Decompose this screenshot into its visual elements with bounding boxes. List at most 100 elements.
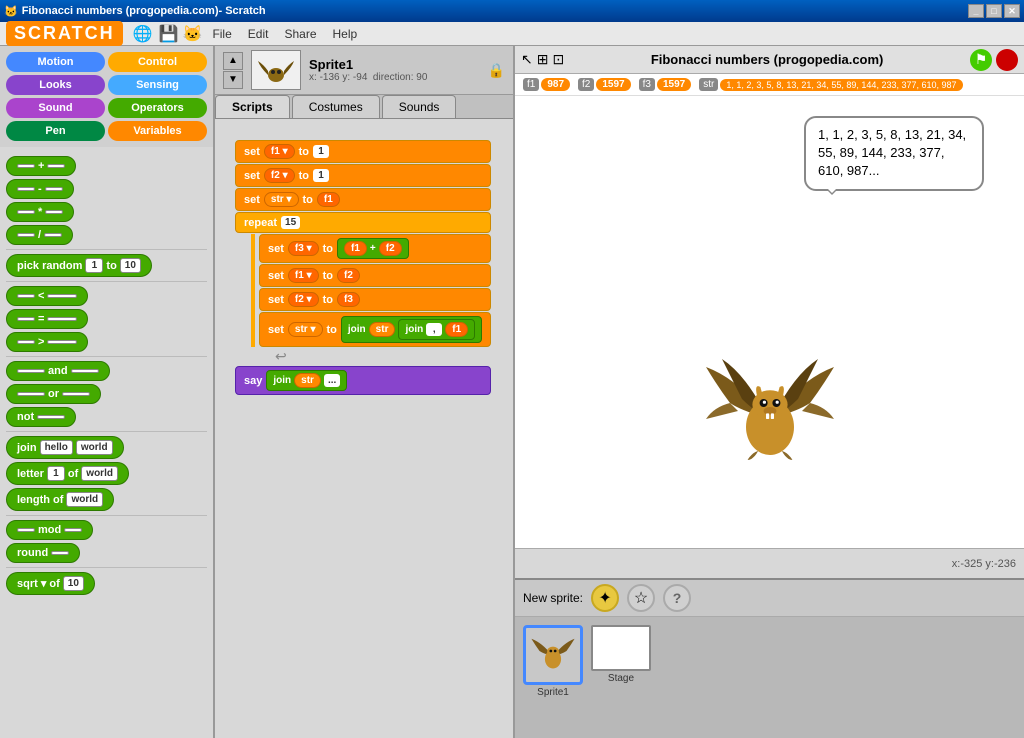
- join-right[interactable]: world: [76, 440, 113, 455]
- set-str-join-block[interactable]: set str ▾ to join str join , f1: [259, 312, 491, 347]
- multiply-block[interactable]: *: [6, 202, 74, 222]
- new-sprite-paint-btn[interactable]: ✦: [591, 584, 619, 612]
- length-block[interactable]: length of world: [6, 488, 114, 511]
- gt-left[interactable]: [17, 340, 35, 344]
- set-f1-f2-block[interactable]: set f1 ▾ to f2: [259, 264, 491, 287]
- share-icon[interactable]: 🐱: [183, 24, 203, 44]
- menu-file[interactable]: File: [204, 25, 239, 43]
- cat-sound[interactable]: Sound: [6, 98, 105, 118]
- and-left[interactable]: [17, 369, 45, 373]
- tab-costumes[interactable]: Costumes: [292, 95, 380, 118]
- less-than-block[interactable]: <: [6, 286, 88, 306]
- close-button[interactable]: ✕: [1004, 4, 1020, 18]
- repeat-block[interactable]: repeat 15: [235, 212, 491, 233]
- maximize-button[interactable]: □: [986, 4, 1002, 18]
- join-block[interactable]: join hello world: [6, 436, 124, 459]
- nav-up[interactable]: ▲: [223, 52, 243, 70]
- bat-sprite[interactable]: [690, 345, 850, 488]
- f1-val-1[interactable]: 1: [313, 145, 329, 158]
- gt-right[interactable]: [47, 340, 77, 344]
- eq-left[interactable]: [17, 317, 35, 321]
- set-f2-block[interactable]: set f2 ▾ to 1: [235, 164, 491, 187]
- set-str-block[interactable]: set str ▾ to f1: [235, 188, 491, 211]
- lt-right[interactable]: [47, 294, 77, 298]
- or-right[interactable]: [62, 392, 90, 396]
- random-max[interactable]: 10: [120, 258, 141, 273]
- mul-left-input[interactable]: [17, 210, 35, 214]
- add-f1-f2[interactable]: f1 + f2: [337, 238, 409, 259]
- or-left[interactable]: [17, 392, 45, 396]
- stage-tool-zoom-full[interactable]: ⊡: [552, 51, 564, 68]
- sub-right-input[interactable]: [45, 187, 63, 191]
- sqrt-input[interactable]: 10: [63, 576, 84, 591]
- menu-edit[interactable]: Edit: [240, 25, 277, 43]
- nav-down[interactable]: ▼: [223, 71, 243, 89]
- comma-input[interactable]: ,: [426, 323, 442, 336]
- random-block[interactable]: pick random 1 to 10: [6, 254, 152, 277]
- new-sprite-random-btn[interactable]: ?: [663, 584, 691, 612]
- and-block[interactable]: and: [6, 361, 110, 381]
- letter-word[interactable]: world: [81, 466, 118, 481]
- menu-help[interactable]: Help: [325, 25, 366, 43]
- mul-right-input[interactable]: [45, 210, 63, 214]
- sqrt-block[interactable]: sqrt ▾ of 10: [6, 572, 95, 595]
- tab-sounds[interactable]: Sounds: [382, 95, 457, 118]
- sub-left-input[interactable]: [17, 187, 35, 191]
- say-ellipsis[interactable]: ...: [324, 374, 340, 387]
- round-input[interactable]: [51, 551, 69, 555]
- join-outer[interactable]: join str join , f1: [341, 316, 482, 343]
- mod-right[interactable]: [64, 528, 82, 532]
- set-f3-block[interactable]: set f3 ▾ to f1 + f2: [259, 234, 491, 263]
- cat-control[interactable]: Control: [108, 52, 207, 72]
- new-sprite-upload-btn[interactable]: ☆: [627, 584, 655, 612]
- lt-left[interactable]: [17, 294, 35, 298]
- globe-icon[interactable]: 🌐: [133, 24, 153, 44]
- stop-button[interactable]: [996, 49, 1018, 71]
- f2-val-1[interactable]: 1: [313, 169, 329, 182]
- greater-than-block[interactable]: >: [6, 332, 88, 352]
- save-icon[interactable]: 💾: [159, 24, 179, 44]
- repeat-count[interactable]: 15: [281, 216, 300, 229]
- divide-block[interactable]: /: [6, 225, 73, 245]
- say-block[interactable]: say join str ...: [235, 366, 491, 395]
- set-f1-block[interactable]: set f1 ▾ to 1: [235, 140, 491, 163]
- letter-num[interactable]: 1: [47, 466, 65, 481]
- tab-scripts[interactable]: Scripts: [215, 95, 290, 118]
- cat-operators[interactable]: Operators: [108, 98, 207, 118]
- say-join[interactable]: join str ...: [266, 370, 347, 391]
- sprite-item-1[interactable]: Sprite1: [523, 625, 583, 698]
- stage-canvas[interactable]: 1, 1, 2, 3, 5, 8, 13, 21, 34, 55, 89, 14…: [515, 96, 1024, 548]
- stage-item[interactable]: Stage: [591, 625, 651, 684]
- join-inner[interactable]: join , f1: [398, 319, 475, 340]
- cat-motion[interactable]: Motion: [6, 52, 105, 72]
- not-input[interactable]: [37, 415, 65, 419]
- round-block[interactable]: round: [6, 543, 80, 563]
- eq-right[interactable]: [47, 317, 77, 321]
- add-block[interactable]: +: [6, 156, 76, 176]
- not-block[interactable]: not: [6, 407, 76, 427]
- stage-tool-zoom-fit[interactable]: ⊞: [537, 51, 549, 68]
- equals-block[interactable]: =: [6, 309, 88, 329]
- div-left-input[interactable]: [17, 233, 35, 237]
- cat-sensing[interactable]: Sensing: [108, 75, 207, 95]
- div-right-input[interactable]: [44, 233, 62, 237]
- menu-share[interactable]: Share: [276, 25, 324, 43]
- set-f2-f3-block[interactable]: set f2 ▾ to f3: [259, 288, 491, 311]
- minimize-button[interactable]: _: [968, 4, 984, 18]
- green-flag-button[interactable]: ⚑: [970, 49, 992, 71]
- and-right[interactable]: [71, 369, 99, 373]
- stage-tool-arrow[interactable]: ↖: [521, 51, 533, 68]
- or-block[interactable]: or: [6, 384, 101, 404]
- mod-left[interactable]: [17, 528, 35, 532]
- mod-block[interactable]: mod: [6, 520, 93, 540]
- cat-pen[interactable]: Pen: [6, 121, 105, 141]
- join-left[interactable]: hello: [40, 440, 73, 455]
- add-left-input[interactable]: [17, 164, 35, 168]
- random-min[interactable]: 1: [85, 258, 103, 273]
- length-word[interactable]: world: [66, 492, 103, 507]
- scripts-area[interactable]: set f1 ▾ to 1 set f2 ▾ to 1 set str ▾ to…: [215, 119, 513, 738]
- add-right-input[interactable]: [47, 164, 65, 168]
- subtract-block[interactable]: -: [6, 179, 74, 199]
- cat-variables[interactable]: Variables: [108, 121, 207, 141]
- letter-block[interactable]: letter 1 of world: [6, 462, 129, 485]
